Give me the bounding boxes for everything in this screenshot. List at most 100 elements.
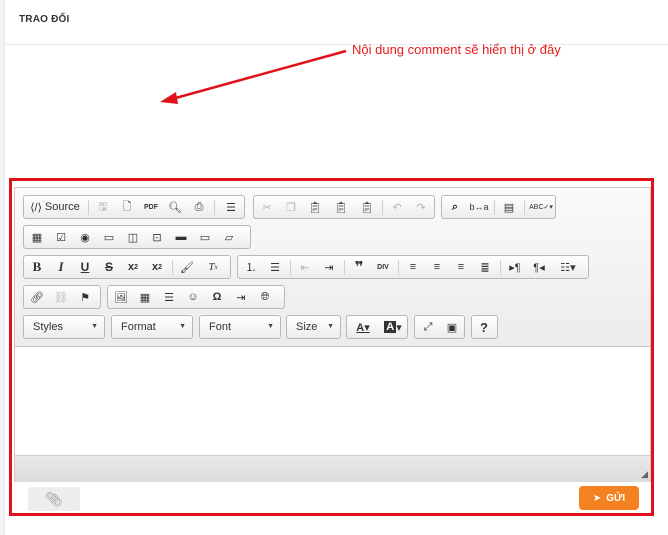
separator <box>494 200 495 215</box>
strikethrough-icon[interactable]: S <box>98 258 120 276</box>
remove-format-icon[interactable]: Tx <box>202 258 224 276</box>
special-char-icon[interactable]: Ω <box>206 288 228 306</box>
spellcheck-icon[interactable]: ABC✓▾ <box>528 198 554 216</box>
outdent-icon[interactable]: ⇤ <box>294 258 316 276</box>
colors-group: A▾ A ▾ <box>346 315 408 339</box>
replace-icon[interactable]: b↔a <box>468 198 490 216</box>
form-icon[interactable]: ▦ <box>26 228 48 246</box>
format-dropdown[interactable]: Format ▼ <box>111 315 193 339</box>
rtl-icon[interactable]: ¶◂ <box>528 258 550 276</box>
editor-content-area[interactable] <box>15 347 650 455</box>
chevron-down-icon: ▼ <box>91 323 98 330</box>
blockquote-icon[interactable]: ❞ <box>348 258 370 276</box>
unlink-icon[interactable]: ⛓ <box>50 288 72 306</box>
copy-format-icon[interactable]: 🖌︎ <box>176 258 198 276</box>
underline-icon[interactable]: U <box>74 258 96 276</box>
undo-icon[interactable]: ↶ <box>386 198 408 216</box>
source-button[interactable]: ⟨/⟩ Source <box>26 198 84 216</box>
separator <box>172 260 173 275</box>
separator <box>398 260 399 275</box>
size-dropdown[interactable]: Size ▼ <box>286 315 341 339</box>
link-icon[interactable]: 🔗︎ <box>26 288 48 306</box>
div-container-icon[interactable]: DIV <box>372 258 394 276</box>
insert-group: 🖼︎ ▦ ☰ ☺ Ω ⇥ 🌐︎ <box>107 285 285 309</box>
separator <box>88 200 89 215</box>
help-icon[interactable]: ? <box>473 318 495 336</box>
rich-text-editor: ⟨/⟩ Source 🖫 🗋 PDF 🔍︎ ⎙ ☰ ✂ ❐ 📋︎ 📋︎ 📋︎ ↶… <box>14 187 651 482</box>
text-field-icon[interactable]: ▭ <box>98 228 120 246</box>
print-icon[interactable]: ⎙ <box>188 198 210 216</box>
smiley-icon[interactable]: ☺ <box>182 288 204 306</box>
table-icon[interactable]: ▦ <box>134 288 156 306</box>
redo-icon[interactable]: ↷ <box>410 198 432 216</box>
panel-header: TRAO ĐỔI <box>5 0 668 45</box>
language-icon[interactable]: ☷▾ <box>554 258 582 276</box>
font-dropdown[interactable]: Font ▼ <box>199 315 281 339</box>
align-right-icon[interactable]: ≡ <box>450 258 472 276</box>
indent-icon[interactable]: ⇥ <box>318 258 340 276</box>
templates-icon[interactable]: ☰ <box>220 198 242 216</box>
chevron-down-icon: ▼ <box>179 323 186 330</box>
find-icon[interactable]: ⌕ <box>444 198 466 216</box>
iframe-icon[interactable]: 🌐︎ <box>254 288 276 306</box>
button-field-icon[interactable]: ▬ <box>170 228 192 246</box>
font-label: Font <box>209 321 232 333</box>
source-icon: ⟨/⟩ <box>30 201 42 214</box>
copy-icon[interactable]: ❐ <box>280 198 302 216</box>
align-left-icon[interactable]: ≡ <box>402 258 424 276</box>
maximize-icon[interactable]: ⤢ <box>417 318 439 336</box>
background-color-icon[interactable]: A ▾ <box>379 318 407 336</box>
about-group: ? <box>471 315 498 339</box>
document-group: ⟨/⟩ Source 🖫 🗋 PDF 🔍︎ ⎙ ☰ <box>23 195 245 219</box>
justify-icon[interactable]: ≣ <box>474 258 496 276</box>
separator <box>382 200 383 215</box>
bold-icon[interactable]: B <box>26 258 48 276</box>
separator <box>344 260 345 275</box>
preview-icon[interactable]: 🔍︎ <box>164 198 186 216</box>
hidden-field-icon[interactable]: ▱ <box>218 228 240 246</box>
show-blocks-icon[interactable]: ▣ <box>441 318 463 336</box>
numbered-list-icon[interactable]: ⒈ <box>240 258 262 276</box>
send-label: GỬI <box>606 492 626 504</box>
resize-grip-icon[interactable]: ◢ <box>641 469 648 480</box>
align-center-icon[interactable]: ≡ <box>426 258 448 276</box>
send-icon: ➤ <box>592 492 602 504</box>
select-all-icon[interactable]: ▤ <box>498 198 520 216</box>
image-icon[interactable]: 🖼︎ <box>110 288 132 306</box>
editor-toolbar: ⟨/⟩ Source 🖫 🗋 PDF 🔍︎ ⎙ ☰ ✂ ❐ 📋︎ 📋︎ 📋︎ ↶… <box>15 188 650 347</box>
page-break-icon[interactable]: ⇥ <box>230 288 252 306</box>
textarea-icon[interactable]: ◫ <box>122 228 144 246</box>
anchor-icon[interactable]: ⚑ <box>74 288 96 306</box>
italic-icon[interactable]: I <box>50 258 72 276</box>
styles-label: Styles <box>33 321 63 333</box>
ltr-icon[interactable]: ▸¶ <box>504 258 526 276</box>
subscript-icon[interactable]: x2 <box>122 258 144 276</box>
checkbox-icon[interactable]: ☑ <box>50 228 72 246</box>
pdf-icon[interactable]: PDF <box>140 198 162 216</box>
attach-button[interactable]: 📎︎ <box>28 487 80 511</box>
text-color-icon[interactable]: A▾ <box>349 318 377 336</box>
format-label: Format <box>121 321 156 333</box>
horizontal-line-icon[interactable]: ☰ <box>158 288 180 306</box>
styles-dropdown[interactable]: Styles ▼ <box>23 315 105 339</box>
save-icon[interactable]: 🖫 <box>92 198 114 216</box>
send-button[interactable]: ➤ GỬI <box>579 486 639 510</box>
editing-group: ⌕ b↔a ▤ ABC✓▾ <box>441 195 556 219</box>
paperclip-icon: 📎︎ <box>45 490 63 507</box>
bulleted-list-icon[interactable]: ☰ <box>264 258 286 276</box>
radio-icon[interactable]: ◉ <box>74 228 96 246</box>
image-button-icon[interactable]: ▭ <box>194 228 216 246</box>
size-label: Size <box>296 321 318 333</box>
cut-icon[interactable]: ✂ <box>256 198 278 216</box>
editor-status-bar: ◢ <box>15 455 650 482</box>
chevron-down-icon: ▼ <box>327 323 334 330</box>
forms-group: ▦ ☑ ◉ ▭ ◫ ⊡ ▬ ▭ ▱ <box>23 225 251 249</box>
comment-list-area <box>5 45 668 175</box>
superscript-icon[interactable]: x2 <box>146 258 168 276</box>
new-page-icon[interactable]: 🗋 <box>116 198 138 216</box>
paste-text-icon[interactable]: 📋︎ <box>330 198 352 216</box>
select-field-icon[interactable]: ⊡ <box>146 228 168 246</box>
paste-word-icon[interactable]: 📋︎ <box>356 198 378 216</box>
paste-icon[interactable]: 📋︎ <box>304 198 326 216</box>
paragraph-group: ⒈ ☰ ⇤ ⇥ ❞ DIV ≡ ≡ ≡ ≣ ▸¶ ¶◂ ☷▾ <box>237 255 589 279</box>
